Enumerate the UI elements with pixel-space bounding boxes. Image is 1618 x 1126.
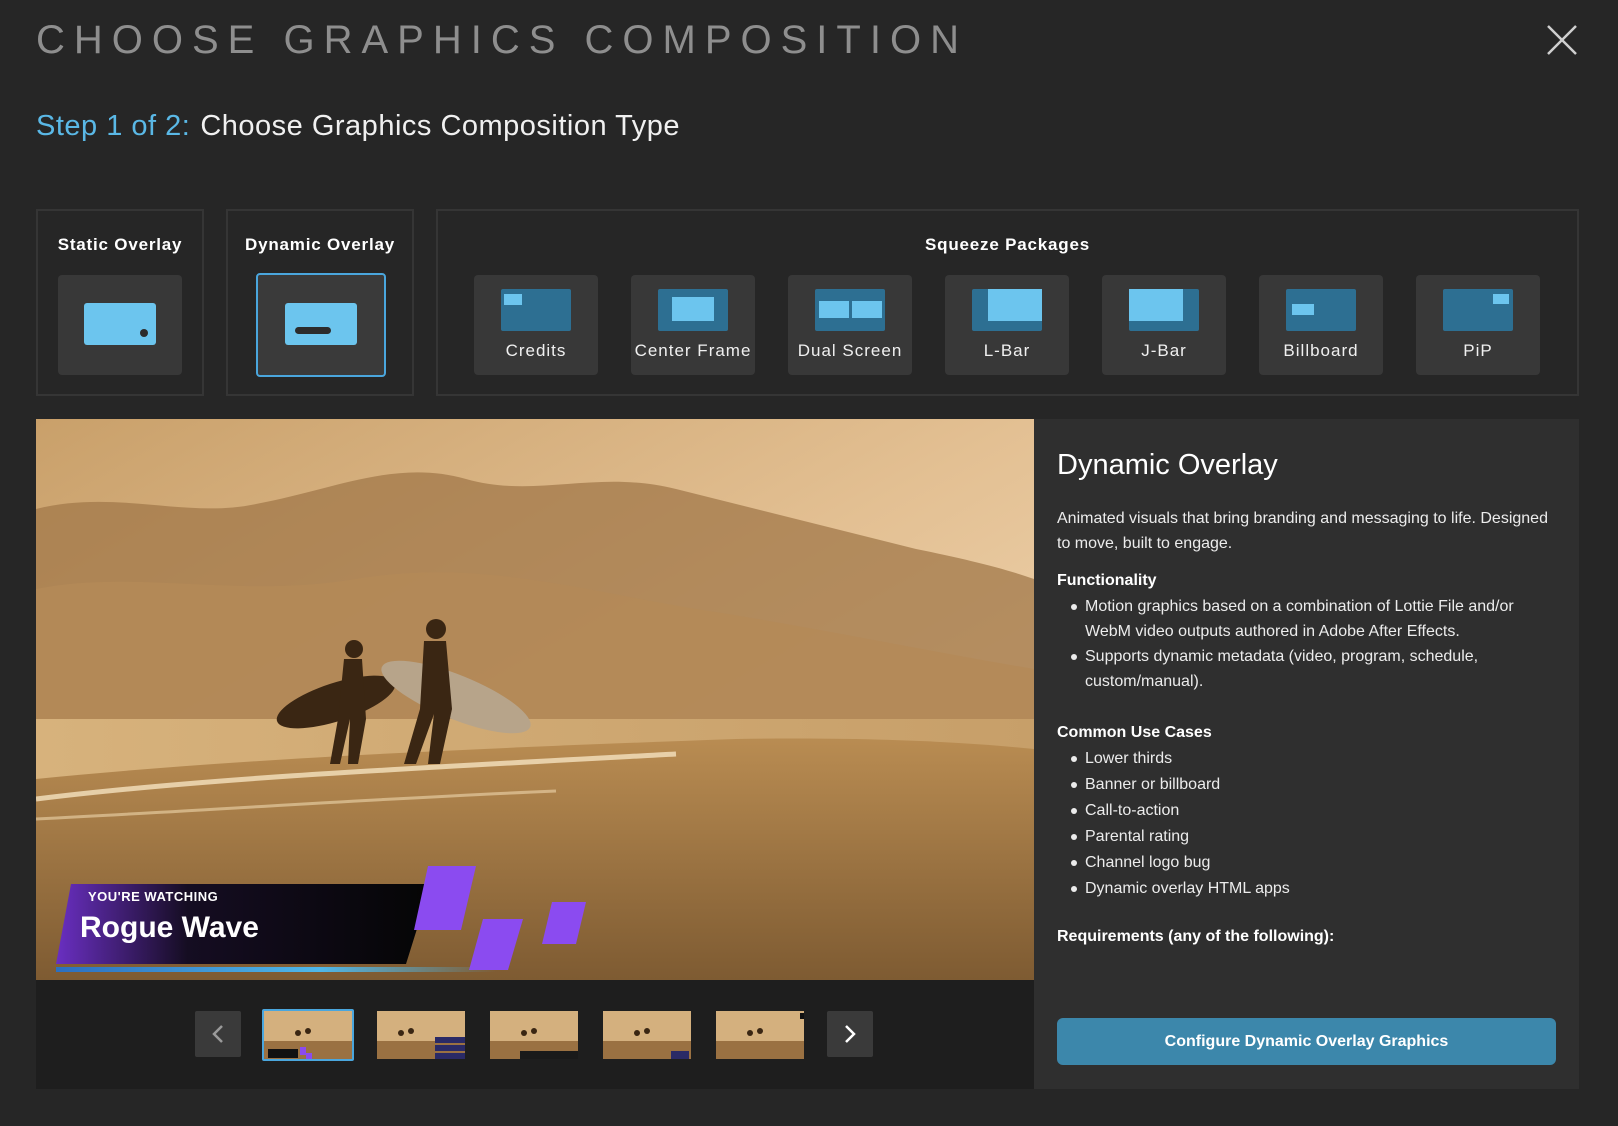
- squeeze-tile-credits[interactable]: Credits: [474, 275, 598, 375]
- page-title: CHOOSE GRAPHICS COMPOSITION: [36, 18, 968, 62]
- preview-thumbnail[interactable]: [714, 1009, 806, 1061]
- functionality-heading: Functionality: [1057, 572, 1157, 589]
- l-bar-layout-icon: [972, 289, 1042, 331]
- step-title: Choose Graphics Composition Type: [200, 110, 681, 142]
- requirements-heading: Requirements (any of the following):: [1057, 928, 1335, 945]
- preview-thumbnail[interactable]: [488, 1009, 580, 1061]
- j-bar-layout-icon: [1129, 289, 1199, 331]
- preview-thumbnail[interactable]: [601, 1009, 693, 1061]
- preview-thumbnail[interactable]: [262, 1009, 354, 1061]
- preview-thumbnail[interactable]: [375, 1009, 467, 1061]
- list-item: Channel logo bug: [1057, 850, 1556, 876]
- list-item: Banner or billboard: [1057, 772, 1556, 798]
- info-panel: Dynamic Overlay Animated visuals that br…: [1034, 419, 1579, 1089]
- squeeze-tile-dual-screen[interactable]: Dual Screen: [788, 275, 912, 375]
- squeeze-tile-label: L-Bar: [983, 341, 1031, 360]
- chevron-left-icon: [212, 1025, 223, 1043]
- dynamic-overlay-tile[interactable]: [256, 273, 386, 377]
- squeeze-tile-center-frame[interactable]: Center Frame: [631, 275, 755, 375]
- credits-layout-icon: [501, 289, 571, 331]
- squeeze-tile-label: Credits: [505, 341, 567, 360]
- squeeze-tile-billboard[interactable]: Billboard: [1259, 275, 1383, 375]
- dual-screen-layout-icon: [815, 289, 885, 331]
- squeeze-tile-pip[interactable]: PiP: [1416, 275, 1540, 375]
- dynamic-overlay-icon: [285, 303, 357, 345]
- step-heading: Step 1 of 2: Choose Graphics Composition …: [36, 110, 680, 143]
- list-item: Motion graphics based on a combination o…: [1057, 594, 1556, 644]
- preview-area: YOU'RE WATCHING Rogue Wave: [36, 419, 1034, 1089]
- step-indicator: Step 1 of 2:: [36, 110, 191, 142]
- squeeze-tile-l-bar[interactable]: L-Bar: [945, 275, 1069, 375]
- billboard-layout-icon: [1286, 289, 1356, 331]
- list-item: Supports dynamic metadata (video, progra…: [1057, 644, 1556, 694]
- list-item: Parental rating: [1057, 824, 1556, 850]
- static-overlay-label: Static Overlay: [57, 235, 183, 254]
- use-cases-list: Lower thirds Banner or billboard Call-to…: [1057, 746, 1556, 902]
- squeeze-tile-label: J-Bar: [1141, 341, 1187, 360]
- close-icon: [1547, 25, 1577, 55]
- functionality-list: Motion graphics based on a combination o…: [1057, 594, 1556, 694]
- squeeze-tile-label: Dual Screen: [797, 341, 903, 360]
- static-overlay-tile[interactable]: [58, 275, 182, 375]
- configure-graphics-button[interactable]: Configure Dynamic Overlay Graphics: [1057, 1018, 1556, 1065]
- chevron-right-icon: [845, 1025, 856, 1043]
- dynamic-overlay-group: Dynamic Overlay: [226, 209, 414, 396]
- squeeze-packages-group: Squeeze Packages Credits Center Frame Du…: [436, 209, 1579, 396]
- static-overlay-icon: [84, 303, 156, 345]
- close-button[interactable]: [1544, 22, 1580, 58]
- info-description: Animated visuals that bring branding and…: [1057, 510, 1548, 552]
- list-item: Call-to-action: [1057, 798, 1556, 824]
- squeeze-tile-label: Center Frame: [634, 341, 752, 360]
- dynamic-overlay-label: Dynamic Overlay: [245, 235, 395, 254]
- static-overlay-group: Static Overlay: [36, 209, 204, 396]
- squeeze-tile-j-bar[interactable]: J-Bar: [1102, 275, 1226, 375]
- squeeze-tile-label: Billboard: [1283, 341, 1359, 360]
- next-button[interactable]: [827, 1011, 873, 1057]
- lower-third-eyebrow: YOU'RE WATCHING: [88, 889, 219, 904]
- use-cases-heading: Common Use Cases: [1057, 724, 1212, 741]
- previous-button[interactable]: [195, 1011, 241, 1057]
- info-title: Dynamic Overlay: [1057, 449, 1278, 481]
- center-frame-layout-icon: [658, 289, 728, 331]
- squeeze-packages-label: Squeeze Packages: [925, 235, 1090, 254]
- squeeze-tile-label: PiP: [1463, 341, 1493, 360]
- list-item: Dynamic overlay HTML apps: [1057, 876, 1556, 902]
- lower-third-title: Rogue Wave: [80, 911, 259, 944]
- list-item: Lower thirds: [1057, 746, 1556, 772]
- pip-layout-icon: [1443, 289, 1513, 331]
